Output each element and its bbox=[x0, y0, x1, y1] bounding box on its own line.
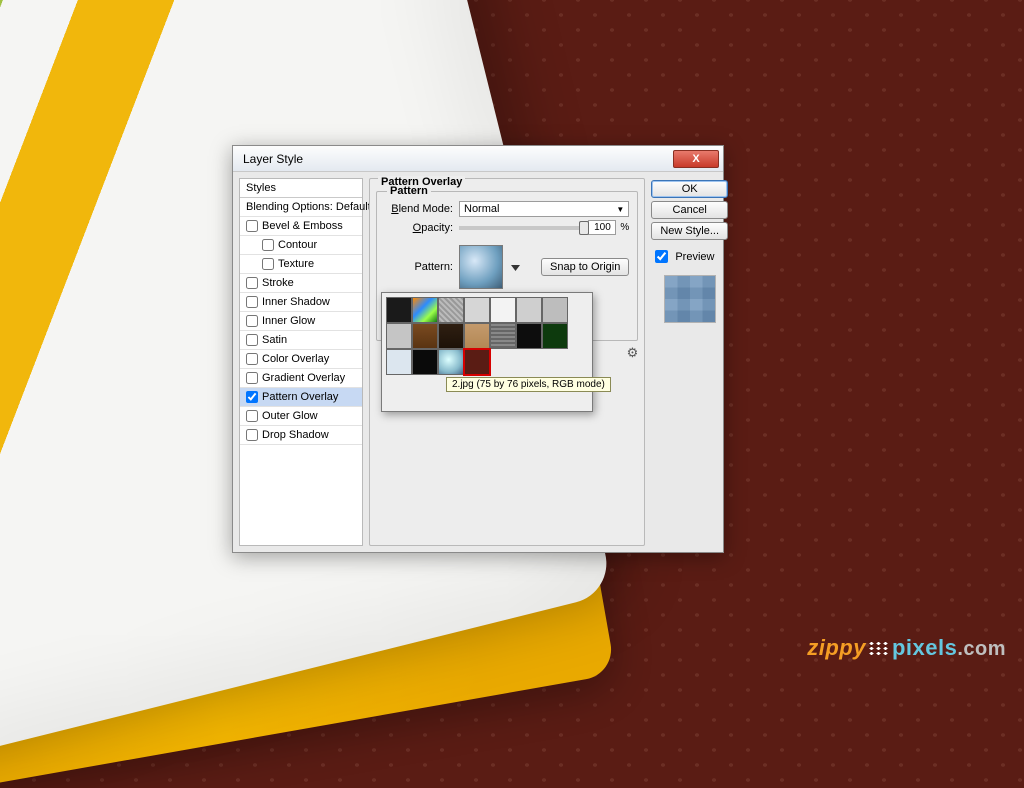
style-label: Color Overlay bbox=[262, 353, 329, 365]
blend-mode-select[interactable]: Normal ▼ bbox=[459, 201, 629, 217]
style-row-drop-shadow[interactable]: Drop Shadow bbox=[240, 426, 362, 445]
pattern-swatch-14[interactable] bbox=[386, 349, 412, 375]
subgroup-title: Pattern bbox=[387, 185, 431, 197]
pattern-row: Pattern: Snap to Origin bbox=[385, 245, 629, 289]
slider-thumb[interactable] bbox=[579, 221, 589, 235]
style-checkbox[interactable] bbox=[246, 353, 258, 365]
pattern-swatch-5[interactable] bbox=[516, 297, 542, 323]
gear-icon[interactable]: ⚙ bbox=[627, 345, 639, 361]
pattern-subgroup: Pattern Blend Mode: Normal ▼ Opacity: 10… bbox=[376, 191, 638, 341]
pattern-swatch-4[interactable] bbox=[490, 297, 516, 323]
pattern-swatch-6[interactable] bbox=[542, 297, 568, 323]
style-label: Inner Glow bbox=[262, 315, 315, 327]
pattern-grid bbox=[386, 297, 588, 375]
style-label: Stroke bbox=[262, 277, 294, 289]
style-label: Contour bbox=[278, 239, 317, 251]
watermark-dotcom: .com bbox=[957, 638, 1006, 660]
style-label: Outer Glow bbox=[262, 410, 318, 422]
preview-thumbnail bbox=[664, 275, 716, 323]
pattern-swatch-12[interactable] bbox=[516, 323, 542, 349]
style-row-texture[interactable]: Texture bbox=[240, 255, 362, 274]
blending-options-row[interactable]: Blending Options: Default bbox=[240, 198, 362, 217]
style-checkbox[interactable] bbox=[246, 391, 258, 403]
pattern-picker-popup: 2.jpg (75 by 76 pixels, RGB mode) bbox=[381, 292, 593, 412]
style-checkbox[interactable] bbox=[246, 277, 258, 289]
style-label: Bevel & Emboss bbox=[262, 220, 343, 232]
style-row-gradient-overlay[interactable]: Gradient Overlay bbox=[240, 369, 362, 388]
new-style-button[interactable]: New Style... bbox=[651, 222, 728, 240]
pattern-label: Pattern: bbox=[385, 261, 453, 273]
styles-header[interactable]: Styles bbox=[240, 179, 362, 198]
preview-checkbox[interactable] bbox=[655, 250, 668, 263]
style-row-inner-glow[interactable]: Inner Glow bbox=[240, 312, 362, 331]
style-row-contour[interactable]: Contour bbox=[240, 236, 362, 255]
cancel-button[interactable]: Cancel bbox=[651, 201, 728, 219]
style-label: Inner Shadow bbox=[262, 296, 330, 308]
ok-button[interactable]: OK bbox=[651, 180, 728, 198]
close-icon: X bbox=[692, 153, 699, 165]
style-label: Pattern Overlay bbox=[262, 391, 338, 403]
style-row-inner-shadow[interactable]: Inner Shadow bbox=[240, 293, 362, 312]
close-button[interactable]: X bbox=[673, 150, 719, 168]
watermark-zippy: zippy bbox=[807, 635, 866, 660]
style-label: Texture bbox=[278, 258, 314, 270]
style-checkbox[interactable] bbox=[246, 315, 258, 327]
style-checkbox[interactable] bbox=[246, 429, 258, 441]
style-row-color-overlay[interactable]: Color Overlay bbox=[240, 350, 362, 369]
style-checkbox[interactable] bbox=[246, 296, 258, 308]
watermark-dots-icon bbox=[868, 641, 890, 657]
pattern-swatch-8[interactable] bbox=[412, 323, 438, 349]
layer-style-dialog: Layer Style X Styles Blending Options: D… bbox=[232, 145, 724, 553]
pattern-swatch-9[interactable] bbox=[438, 323, 464, 349]
watermark: zippy pixels.com bbox=[807, 635, 1006, 661]
pattern-swatch-13[interactable] bbox=[542, 323, 568, 349]
pattern-swatch-7[interactable] bbox=[386, 323, 412, 349]
opacity-value[interactable]: 100 bbox=[588, 220, 616, 235]
blend-mode-row: Blend Mode: Normal ▼ bbox=[385, 201, 629, 217]
dialog-title: Layer Style bbox=[243, 152, 673, 166]
style-row-bevel-emboss[interactable]: Bevel & Emboss bbox=[240, 217, 362, 236]
pattern-swatch-1[interactable] bbox=[412, 297, 438, 323]
style-checkbox[interactable] bbox=[246, 334, 258, 346]
chevron-down-icon bbox=[511, 263, 520, 272]
pattern-swatch-11[interactable] bbox=[490, 323, 516, 349]
pattern-swatch[interactable] bbox=[459, 245, 503, 289]
pattern-swatch-16[interactable] bbox=[438, 349, 464, 375]
pattern-tooltip: 2.jpg (75 by 76 pixels, RGB mode) bbox=[446, 377, 611, 392]
style-row-outer-glow[interactable]: Outer Glow bbox=[240, 407, 362, 426]
blend-mode-value: Normal bbox=[464, 203, 499, 215]
style-row-pattern-overlay[interactable]: Pattern Overlay bbox=[240, 388, 362, 407]
style-checkbox[interactable] bbox=[262, 239, 274, 251]
pattern-swatch-15[interactable] bbox=[412, 349, 438, 375]
style-checkbox[interactable] bbox=[246, 372, 258, 384]
snap-to-origin-button[interactable]: Snap to Origin bbox=[541, 258, 629, 276]
style-label: Gradient Overlay bbox=[262, 372, 345, 384]
style-label: Satin bbox=[262, 334, 287, 346]
styles-list: Styles Blending Options: Default Bevel &… bbox=[239, 178, 363, 546]
watermark-pixels: pixels bbox=[892, 635, 957, 660]
pattern-swatch-3[interactable] bbox=[464, 297, 490, 323]
style-checkbox[interactable] bbox=[262, 258, 274, 270]
pattern-swatch-10[interactable] bbox=[464, 323, 490, 349]
pattern-swatch-2[interactable] bbox=[438, 297, 464, 323]
settings-panel: Pattern Overlay Pattern Blend Mode: Norm… bbox=[369, 178, 645, 546]
style-checkbox[interactable] bbox=[246, 220, 258, 232]
style-row-stroke[interactable]: Stroke bbox=[240, 274, 362, 293]
dialog-titlebar[interactable]: Layer Style X bbox=[233, 146, 723, 172]
style-row-satin[interactable]: Satin bbox=[240, 331, 362, 350]
chevron-down-icon: ▼ bbox=[616, 205, 624, 214]
blend-mode-label: Blend Mode: bbox=[385, 203, 453, 215]
action-buttons: OK Cancel New Style... Preview bbox=[651, 178, 728, 546]
pattern-dropdown-button[interactable] bbox=[509, 245, 521, 289]
preview-label: Preview bbox=[675, 251, 714, 263]
pattern-swatch-0[interactable] bbox=[386, 297, 412, 323]
opacity-slider[interactable] bbox=[459, 226, 584, 230]
style-label: Drop Shadow bbox=[262, 429, 329, 441]
opacity-label: Opacity: bbox=[385, 222, 453, 234]
pattern-swatch-17[interactable] bbox=[464, 349, 490, 375]
preview-checkbox-row[interactable]: Preview bbox=[651, 247, 728, 266]
opacity-row: Opacity: 100 % bbox=[385, 220, 629, 235]
style-checkbox[interactable] bbox=[246, 410, 258, 422]
opacity-unit: % bbox=[620, 222, 629, 233]
